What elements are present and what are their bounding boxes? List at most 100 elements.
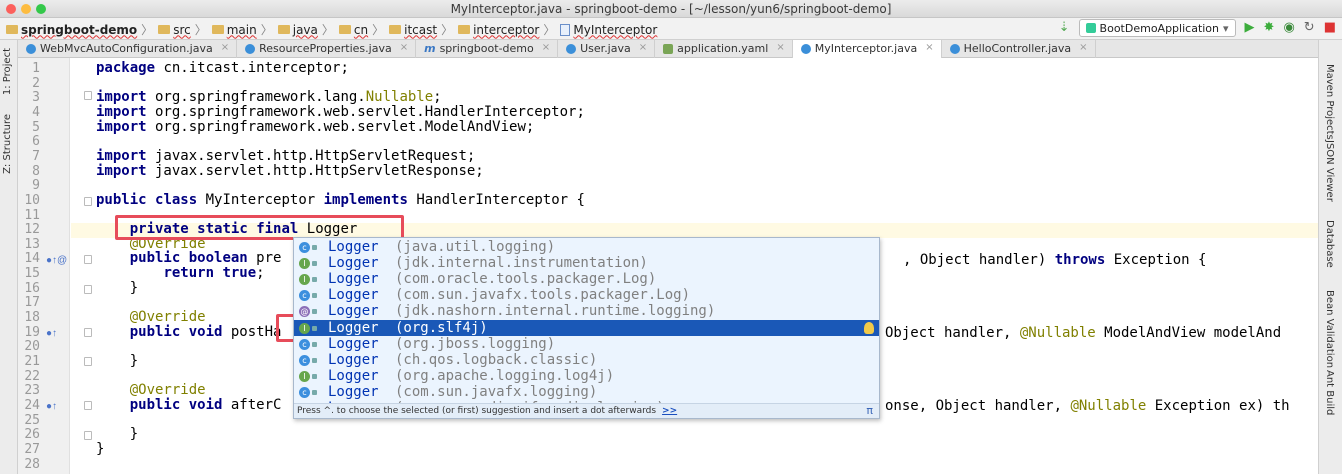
close-tab-icon[interactable]: × [639,42,647,53]
ant-build-tab[interactable]: Ant Build [1324,370,1335,415]
maven-projects-tab[interactable]: Maven Projects [1324,64,1335,140]
debug-icon[interactable]: ✸ [1264,19,1275,37]
completion-item-package: (ch.qos.logback.classic) [395,351,598,368]
folder-icon [6,25,18,34]
spring-boot-icon [1085,23,1096,33]
visibility-icon [312,309,317,315]
fold-icon[interactable] [84,255,92,264]
line-number: 16 [24,280,40,296]
close-tab-icon[interactable]: × [925,42,933,53]
close-tab-icon[interactable]: × [221,42,229,53]
class-icon [566,44,577,54]
database-tab[interactable]: Database [1324,220,1335,268]
line-number: 13 [24,236,40,252]
completion-item[interactable]: I Logger (org.slf4j) [294,319,879,336]
completion-item-package: (org.slf4j) [395,319,488,336]
class-icon: c [299,386,310,398]
line-number: 5 [32,119,40,135]
completion-item[interactable]: c Logger (org.jboss.logging) [294,336,879,352]
breadcrumb-item[interactable]: cn 〉 [338,21,385,38]
build-icon[interactable]: ⇣ [1059,19,1070,37]
line-number: 9 [32,178,40,194]
folder-icon [277,25,290,34]
completion-item-package: (com.oracle.tools.packager.Log) [395,271,657,288]
line-number: 21 [24,354,40,369]
implements-method-icon[interactable]: ●↑@ [46,253,67,268]
tab-hellocontroller[interactable]: HelloController.java × [942,40,1096,58]
run-icon[interactable]: ▶ [1245,19,1255,37]
visibility-icon [312,261,317,267]
close-tab-icon[interactable]: × [542,42,550,53]
breadcrumb-item[interactable]: main 〉 [211,21,274,38]
completion-item[interactable]: c Logger (ch.qos.logback.classic) [294,352,879,368]
close-tab-icon[interactable]: × [776,42,784,53]
breadcrumb-item[interactable]: MyInterceptor [560,23,657,37]
fold-icon[interactable] [84,197,92,206]
code-line-tail: onse, Object handler, @Nullable Exceptio… [885,398,1290,414]
breadcrumb-item[interactable]: springboot-demo 〉 [6,21,154,38]
visibility-icon [312,341,317,347]
run-configuration-select[interactable]: BootDemoApplication ▾ [1078,19,1236,37]
folder-icon [389,25,402,34]
tab-application-yaml[interactable]: application.yaml × [655,40,793,58]
tab-user[interactable]: User.java × [558,40,656,58]
right-tool-strip: Maven Projects JSON Viewer Database Bean… [1318,40,1342,474]
fold-icon[interactable] [84,285,92,294]
interface-icon: I [299,370,310,382]
fold-icon[interactable] [84,357,92,366]
navigation-bar: springboot-demo 〉 src 〉 main 〉 java 〉 cn 〉 it… [0,18,1342,40]
close-tab-icon[interactable]: × [400,42,408,53]
fold-icon[interactable] [84,431,92,440]
completion-item[interactable]: c Logger (com.sun.javafx.tools.packager.Lo… [294,287,879,303]
code-line: } [96,353,139,369]
json-viewer-tab[interactable]: JSON Viewer [1324,140,1335,202]
breadcrumb-item[interactable]: src 〉 [158,21,208,38]
yaml-file-icon [663,44,674,54]
code-line: import org.springframework.web.servlet.M… [96,118,535,135]
code-line: public void afterC [129,396,282,413]
stop-icon[interactable]: ■ [1324,19,1336,37]
completion-item[interactable]: c Logger (java.util.logging) [294,239,879,255]
completion-hint: Press ^. to choose the selected (or firs… [294,403,879,418]
project-tool-tab[interactable]: 1: Project [2,48,13,95]
tab-webmvcautoconfiguration[interactable]: WebMvcAutoConfiguration.java × [18,40,238,58]
bean-validation-tab[interactable]: Bean Validation [1324,290,1335,368]
implements-method-icon[interactable]: ●↑ [46,326,57,341]
visibility-icon [312,357,317,363]
profile-icon[interactable]: ↻ [1304,19,1315,37]
close-tab-icon[interactable]: × [1079,42,1087,53]
completion-item[interactable]: I Logger (org.apache.logging.log4j) [294,368,879,384]
window-title: MyInterceptor.java - springboot-demo - [… [450,2,892,16]
fold-icon[interactable] [84,401,92,410]
completion-item-name: Logger [328,351,379,368]
breadcrumb-item[interactable]: interceptor 〉 [458,21,556,38]
breadcrumb-item[interactable]: java 〉 [277,21,335,38]
more-hints-link[interactable]: >> [662,406,677,416]
code-completion-popup[interactable]: c Logger (java.util.logging) I Logger (jdk.in… [293,237,880,419]
completion-item[interactable]: I Logger (jdk.internal.instrumentation) [294,255,879,271]
code-line-tail: Object handler, @Nullable ModelAndView m… [885,325,1282,341]
structure-tool-tab[interactable]: Z: Structure [2,114,13,174]
completion-item[interactable]: @ Logger (jdk.nashorn.internal.runtime.log… [294,303,879,319]
line-number: 7 [32,148,40,164]
fold-icon[interactable] [84,91,92,100]
fold-icon[interactable] [84,328,92,337]
line-number: 6 [32,134,40,150]
visibility-icon [312,373,317,379]
tab-resourceproperties[interactable]: ResourceProperties.java × [237,40,417,58]
line-number: 3 [32,90,40,106]
lightbulb-icon[interactable] [864,321,874,334]
tab-myinterceptor[interactable]: MyInterceptor.java × [792,40,942,58]
tab-springboot-demo[interactable]: m springboot-demo × [416,40,559,58]
line-number: 25 [24,412,40,428]
visibility-icon [312,245,317,250]
class-icon: c [299,290,310,302]
completion-item[interactable]: c Logger (com.sun.javafx.logging) [294,384,879,400]
folder-icon [158,25,171,34]
breadcrumb-item[interactable]: itcast 〉 [389,21,454,38]
pi-icon[interactable]: π [866,404,873,418]
completion-item[interactable]: I Logger (com.oracle.tools.packager.Log) [294,271,879,287]
coverage-icon[interactable]: ◉ [1283,19,1294,37]
implements-method-icon[interactable]: ●↑ [46,399,57,414]
class-icon [245,44,256,54]
